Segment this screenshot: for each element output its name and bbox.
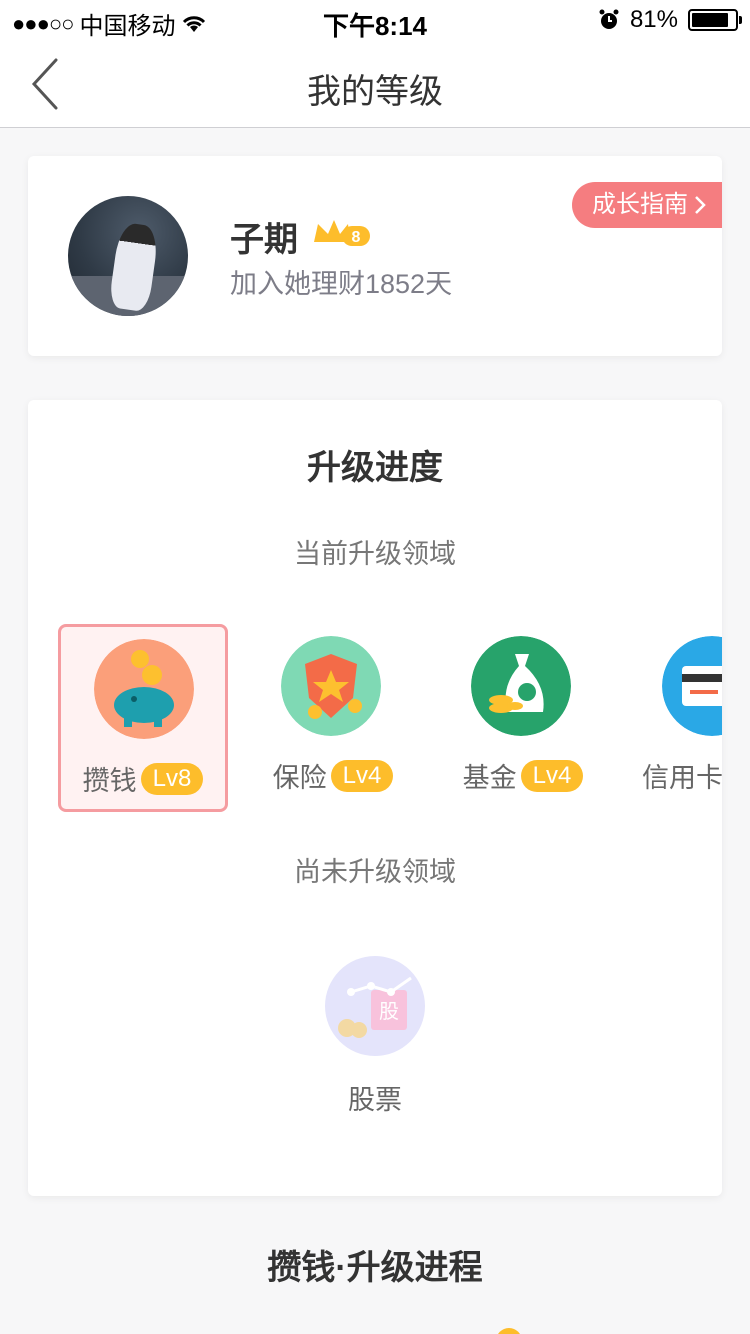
svg-text:8: 8 (352, 229, 361, 246)
current-domains-label: 当前升级领域 (294, 539, 456, 569)
level-badge: Lv4 (330, 759, 394, 792)
pending-domains-label: 尚未升级领域 (294, 857, 456, 887)
level-badge: Lv4 (520, 759, 584, 792)
profile-card: 子期 8 加入她理财1852天 成长指南 (28, 156, 722, 356)
domain-name: 股票 (348, 1085, 402, 1115)
chevron-right-icon (695, 196, 706, 214)
piggy-bank-icon (94, 639, 194, 739)
domain-item-credit-card[interactable]: 信用卡 (628, 624, 722, 812)
stock-icon: 股 (325, 956, 425, 1056)
join-duration: 加入她理财1852天 (230, 269, 453, 299)
money-bag-icon (471, 636, 571, 736)
page-title: 我的等级 (307, 73, 443, 111)
domain-name: 信用卡 (642, 763, 722, 793)
growth-guide-label: 成长指南 (592, 191, 688, 218)
domain-name: 保险 (272, 763, 327, 793)
user-name: 子期 (230, 221, 298, 259)
growth-guide-button[interactable]: 成长指南 (572, 182, 722, 228)
domain-item-stock[interactable]: 股 股票 (325, 956, 425, 1115)
nav-bar: 我的等级 (0, 40, 750, 128)
stock-icon-text: 股 (379, 999, 399, 1023)
progress-marker (496, 1328, 522, 1334)
domain-name: 攒钱 (82, 766, 137, 796)
savings-upgrade-title: 攒钱·升级进程 (267, 1249, 483, 1287)
alarm-icon (599, 9, 619, 29)
level-badge: Lv8 (140, 762, 204, 795)
domain-item-fund[interactable]: 基金 Lv4 (438, 624, 608, 812)
crown-badge-icon: 8 (314, 220, 370, 246)
credit-card-icon (662, 636, 722, 736)
status-bar: ●●●○○ 中国移动 下午8:14 81% (0, 0, 750, 41)
domain-name: 基金 (462, 763, 517, 793)
current-domains-list: 攒钱 Lv8 保险 Lv4 基金 Lv4 信用卡 (58, 624, 722, 812)
domain-item-savings[interactable]: 攒钱 Lv8 (58, 624, 228, 812)
upgrade-progress-card: 升级进度 当前升级领域 攒钱 Lv8 保险 Lv4 基金 Lv4 信用卡 尚未升… (28, 400, 722, 1196)
battery-percent: 81% (629, 6, 678, 33)
avatar (68, 196, 188, 316)
domain-item-insurance[interactable]: 保险 Lv4 (248, 624, 418, 812)
section-title: 升级进度 (307, 449, 443, 487)
battery-icon (688, 9, 742, 31)
shield-icon (281, 636, 381, 736)
